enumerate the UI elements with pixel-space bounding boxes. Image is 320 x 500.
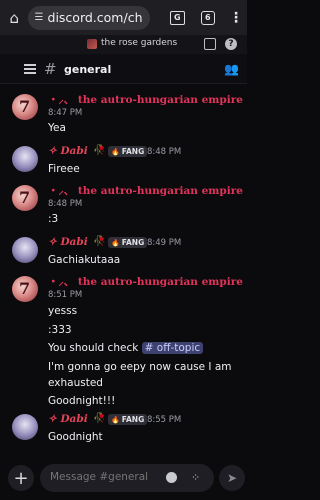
- username[interactable]: ・⸝、 the autro-hungarian empire: [48, 274, 243, 289]
- message-text: Gachiakutaaa: [48, 254, 121, 266]
- username[interactable]: ・⸝、 the autro-hungarian empire: [48, 183, 243, 198]
- members-icon[interactable]: 👥: [224, 62, 239, 76]
- message-text: yesss: [48, 305, 78, 317]
- more-menu-icon[interactable]: ⋮: [229, 7, 243, 29]
- guild-tag[interactable]: 🔥 FANG: [108, 414, 148, 425]
- timestamp: 8:47 PM: [48, 108, 83, 118]
- server-name[interactable]: the rose gardens: [101, 38, 177, 48]
- message-text: exhausted: [48, 377, 103, 389]
- avatar[interactable]: [12, 185, 38, 211]
- message-text: Yea: [48, 122, 66, 134]
- message-text: Goodnight: [48, 431, 103, 443]
- translate-icon[interactable]: G: [168, 7, 187, 29]
- username[interactable]: ✧ Dabi: [48, 145, 88, 157]
- avatar[interactable]: [12, 414, 38, 440]
- guild-tag[interactable]: 🔥 FANG: [108, 146, 148, 157]
- browser-toolbar: ⌂ ☰ discord.com/chann G 6 ⋮: [0, 0, 247, 35]
- avatar[interactable]: [12, 146, 38, 172]
- username[interactable]: ✧ Dabi: [48, 413, 88, 425]
- send-button[interactable]: ➤: [219, 465, 245, 491]
- inbox-icon[interactable]: [204, 38, 216, 50]
- server-banner: the rose gardens ?: [0, 35, 247, 54]
- flame-icon: 🔥: [111, 415, 120, 424]
- rose-icon: 🥀: [93, 145, 106, 156]
- channel-mention-off-topic[interactable]: # off-topic: [141, 342, 204, 354]
- message-text: :3: [48, 213, 59, 225]
- avatar[interactable]: [12, 237, 38, 263]
- timestamp: 8:48 PM: [147, 147, 182, 157]
- flame-icon: 🔥: [111, 238, 120, 247]
- tabs-button[interactable]: 6: [197, 7, 219, 29]
- home-icon[interactable]: ⌂: [4, 7, 25, 29]
- timestamp: 8:48 PM: [48, 199, 83, 209]
- timestamp: 8:55 PM: [147, 415, 182, 425]
- flame-icon: 🔥: [111, 147, 120, 156]
- rose-icon: 🥀: [93, 236, 106, 247]
- message-text: Goodnight!!!: [48, 395, 116, 407]
- username[interactable]: ✧ Dabi: [48, 236, 88, 248]
- message-text: I'm gonna go eepy now cause I am: [48, 361, 232, 373]
- channel-hash-icon: #: [44, 60, 57, 78]
- message-input[interactable]: [50, 471, 154, 483]
- channel-name[interactable]: general: [64, 63, 111, 76]
- message-input-container[interactable]: ⁘: [40, 464, 214, 492]
- rose-icon: 🥀: [93, 413, 106, 424]
- avatar[interactable]: [12, 276, 38, 302]
- server-icon: [87, 39, 97, 49]
- address-bar[interactable]: ☰ discord.com/chann: [27, 5, 150, 30]
- avatar[interactable]: [12, 94, 38, 120]
- guild-tag[interactable]: 🔥 FANG: [108, 237, 148, 248]
- message-text: Fireee: [48, 163, 80, 175]
- hamburger-menu-icon[interactable]: [24, 64, 36, 74]
- timestamp: 8:51 PM: [48, 290, 83, 300]
- message-composer: + ⁘ ➤: [0, 456, 247, 500]
- site-settings-icon[interactable]: ☰: [35, 12, 44, 23]
- message-text: You should check # off-topic: [48, 342, 204, 354]
- apps-icon[interactable]: ⁘: [191, 471, 200, 484]
- timestamp: 8:49 PM: [147, 238, 182, 248]
- help-icon[interactable]: ?: [225, 38, 237, 50]
- message-text: :333: [48, 324, 72, 336]
- url-text: discord.com/chann: [47, 10, 143, 25]
- channel-header: # general 👥: [0, 54, 247, 84]
- add-attachment-button[interactable]: +: [8, 465, 34, 491]
- tab-count: 6: [200, 10, 215, 25]
- emoji-icon[interactable]: [166, 472, 177, 483]
- username[interactable]: ・⸝、 the autro-hungarian empire: [48, 92, 243, 107]
